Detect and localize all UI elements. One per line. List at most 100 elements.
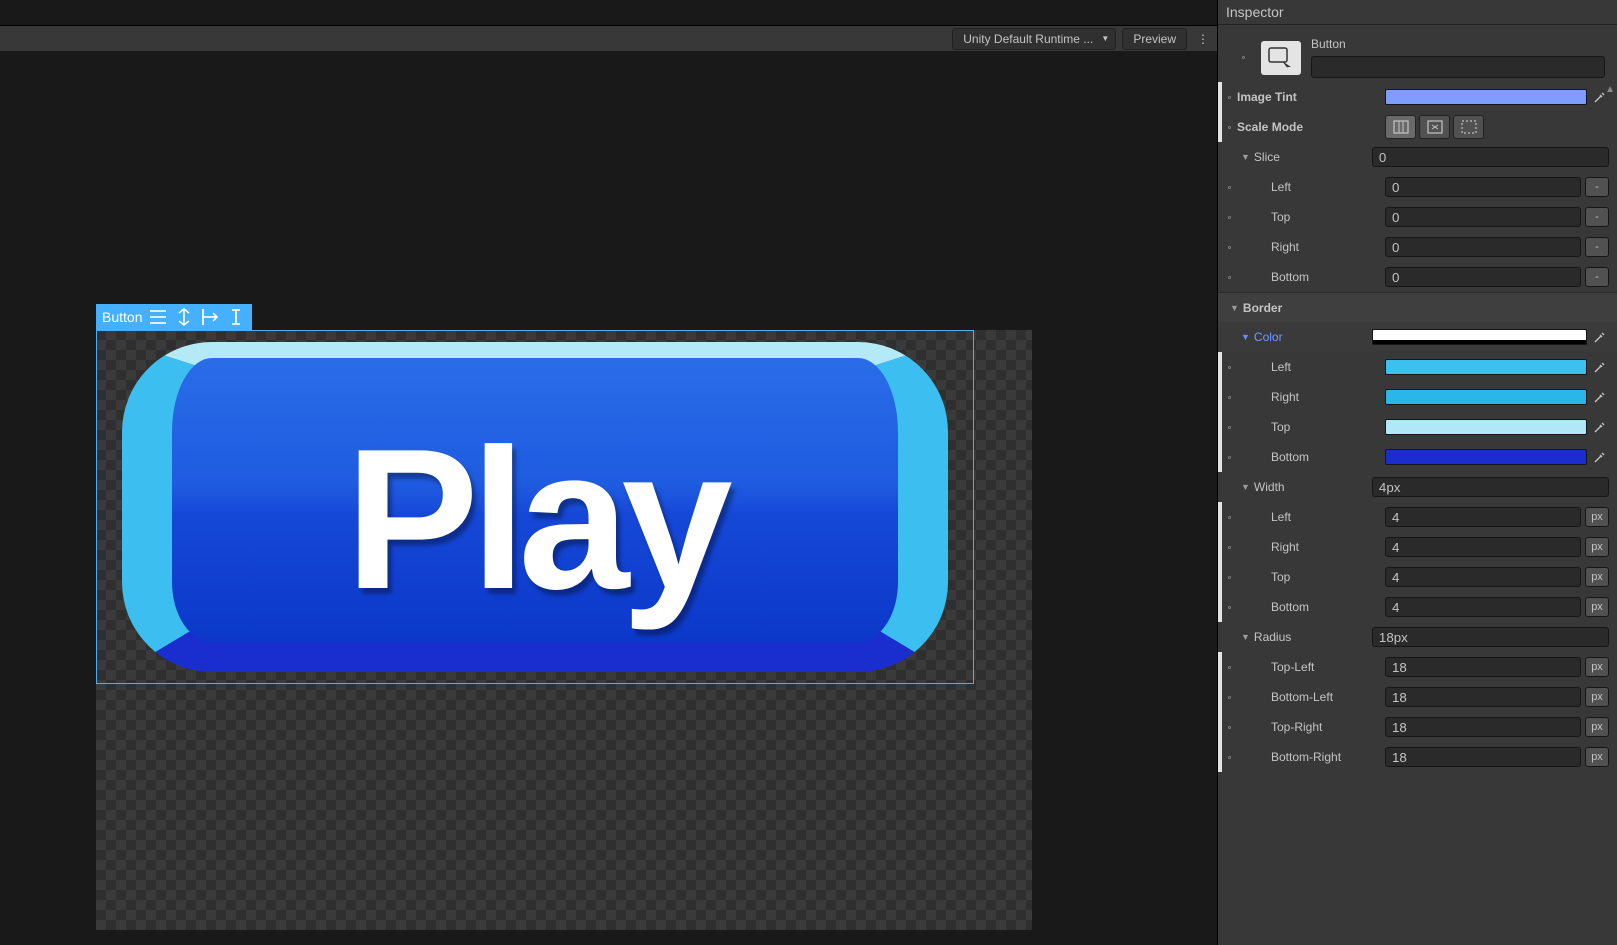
scale-mode-fit-icon[interactable] <box>1419 115 1450 139</box>
radius-tr-input[interactable] <box>1385 717 1581 737</box>
prop-border-radius: ▼ Radius <box>1218 622 1617 652</box>
eyedropper-icon[interactable] <box>1591 418 1609 436</box>
slice-label: Slice <box>1254 150 1372 164</box>
prop-slice-bottom: Bottom - <box>1218 262 1617 292</box>
eyedropper-icon[interactable] <box>1591 448 1609 466</box>
element-type-icon <box>1261 41 1301 75</box>
prop-slice-top: Top - <box>1218 202 1617 232</box>
inspector-title: Inspector <box>1218 0 1617 25</box>
slice-right-unit[interactable]: - <box>1585 237 1609 257</box>
prop-border-color-right: Right <box>1218 382 1617 412</box>
element-name-input[interactable] <box>1311 56 1605 78</box>
property-list: ▲ Image Tint Scale Mode <box>1218 82 1617 945</box>
foldout-icon[interactable]: ▼ <box>1230 303 1239 313</box>
radius-tl-label: Top-Left <box>1237 660 1385 674</box>
border-color-left-label: Left <box>1237 360 1385 374</box>
border-width-top-input[interactable] <box>1385 567 1581 587</box>
text-cursor-icon[interactable] <box>226 308 246 326</box>
prop-border-width-top: Top px <box>1218 562 1617 592</box>
foldout-icon[interactable]: ▼ <box>1241 632 1250 642</box>
selection-label-bar[interactable]: Button <box>96 304 252 330</box>
slice-input[interactable] <box>1372 147 1609 167</box>
unit-px[interactable]: px <box>1585 717 1609 737</box>
border-width-label: Width <box>1254 480 1372 494</box>
inspector-panel: Inspector Button ▲ Image Tint <box>1217 0 1617 945</box>
radius-br-input[interactable] <box>1385 747 1581 767</box>
foldout-icon[interactable]: ▼ <box>1241 482 1250 492</box>
prop-border-color: ▼ Color <box>1218 322 1617 352</box>
foldout-icon[interactable]: ▼ <box>1241 332 1250 342</box>
border-width-right-input[interactable] <box>1385 537 1581 557</box>
border-color-right-swatch[interactable] <box>1385 389 1587 405</box>
align-left-edge-icon[interactable] <box>200 308 220 326</box>
border-color-left-swatch[interactable] <box>1385 359 1587 375</box>
scale-mode-label: Scale Mode <box>1237 120 1385 134</box>
unit-px[interactable]: px <box>1585 687 1609 707</box>
unit-px[interactable]: px <box>1585 597 1609 617</box>
preview-button[interactable]: Preview <box>1122 28 1187 50</box>
slice-left-unit[interactable]: - <box>1585 177 1609 197</box>
inspector-header: Button <box>1218 25 1617 82</box>
prop-radius-tl: Top-Left px <box>1218 652 1617 682</box>
slice-top-input[interactable] <box>1385 207 1581 227</box>
scale-mode-stretch-icon[interactable] <box>1385 115 1416 139</box>
slice-top-unit[interactable]: - <box>1585 207 1609 227</box>
border-width-left-input[interactable] <box>1385 507 1581 527</box>
border-color-swatch[interactable] <box>1372 329 1587 345</box>
eyedropper-icon[interactable] <box>1591 388 1609 406</box>
scale-mode-toggle[interactable] <box>1385 115 1484 139</box>
image-tint-swatch[interactable] <box>1385 89 1587 105</box>
border-color-bottom-label: Bottom <box>1237 450 1385 464</box>
runtime-dropdown[interactable]: Unity Default Runtime ... <box>952 28 1116 50</box>
border-width-bottom-input[interactable] <box>1385 597 1581 617</box>
play-button-text: Play <box>345 405 724 635</box>
unit-px[interactable]: px <box>1585 747 1609 767</box>
radius-tl-input[interactable] <box>1385 657 1581 677</box>
border-color-bottom-swatch[interactable] <box>1385 449 1587 465</box>
canvas[interactable]: Button Play <box>0 52 1217 945</box>
border-width-bottom-label: Bottom <box>1237 600 1385 614</box>
play-button-element[interactable]: Play <box>122 342 948 672</box>
slice-right-input[interactable] <box>1385 237 1581 257</box>
eyedropper-icon[interactable] <box>1591 328 1609 346</box>
radius-bl-input[interactable] <box>1385 687 1581 707</box>
eyedropper-icon[interactable] <box>1591 88 1609 106</box>
prop-border-color-bottom: Bottom <box>1218 442 1617 472</box>
unit-px[interactable]: px <box>1585 567 1609 587</box>
border-width-input[interactable] <box>1372 477 1609 497</box>
unit-px[interactable]: px <box>1585 507 1609 527</box>
slice-left-label: Left <box>1237 180 1385 194</box>
radius-tr-label: Top-Right <box>1237 720 1385 734</box>
prop-border-width-left: Left px <box>1218 502 1617 532</box>
prop-border-width-bottom: Bottom px <box>1218 592 1617 622</box>
slice-top-label: Top <box>1237 210 1385 224</box>
border-radius-label: Radius <box>1254 630 1372 644</box>
prop-image-tint: Image Tint <box>1218 82 1617 112</box>
unit-px[interactable]: px <box>1585 537 1609 557</box>
prop-radius-br: Bottom-Right px <box>1218 742 1617 772</box>
border-color-top-swatch[interactable] <box>1385 419 1587 435</box>
border-radius-input[interactable] <box>1372 627 1609 647</box>
slice-bottom-unit[interactable]: - <box>1585 267 1609 287</box>
slice-bottom-input[interactable] <box>1385 267 1581 287</box>
align-horizontal-icon[interactable] <box>148 308 168 326</box>
border-width-top-label: Top <box>1237 570 1385 584</box>
slice-right-label: Right <box>1237 240 1385 254</box>
prop-border: ▼ Border <box>1218 292 1617 322</box>
unit-px[interactable]: px <box>1585 657 1609 677</box>
align-vertical-center-icon[interactable] <box>174 308 194 326</box>
prop-radius-bl: Bottom-Left px <box>1218 682 1617 712</box>
prop-border-color-left: Left <box>1218 352 1617 382</box>
more-menu-icon[interactable]: ⋮ <box>1193 32 1213 46</box>
slice-bottom-label: Bottom <box>1237 270 1385 284</box>
border-color-right-label: Right <box>1237 390 1385 404</box>
border-color-label: Color <box>1254 330 1372 344</box>
image-tint-label: Image Tint <box>1237 90 1385 104</box>
radius-br-label: Bottom-Right <box>1237 750 1385 764</box>
scale-mode-crop-icon[interactable] <box>1453 115 1484 139</box>
main-area: Unity Default Runtime ... Preview ⋮ Butt… <box>0 0 1217 945</box>
radius-bl-label: Bottom-Left <box>1237 690 1385 704</box>
slice-left-input[interactable] <box>1385 177 1581 197</box>
eyedropper-icon[interactable] <box>1591 358 1609 376</box>
foldout-icon[interactable]: ▼ <box>1241 152 1250 162</box>
